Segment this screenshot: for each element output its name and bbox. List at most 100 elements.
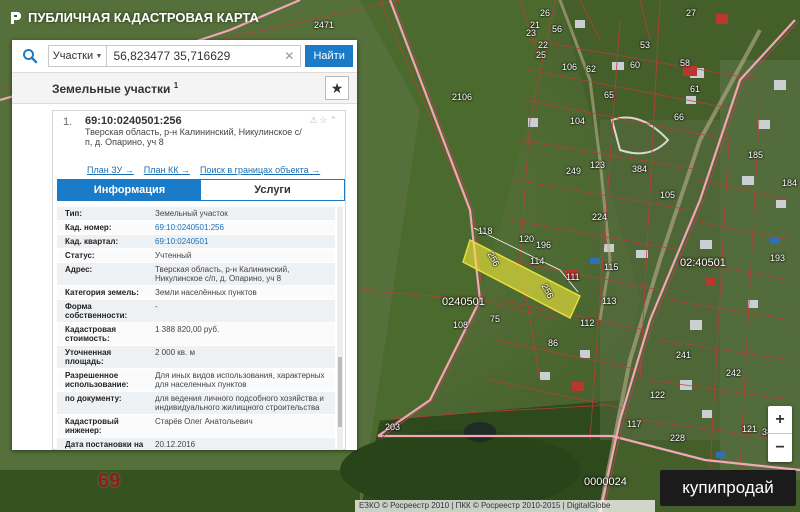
zoom-out-button[interactable]: − (768, 434, 792, 462)
plot-label: 61 (690, 84, 701, 94)
row-key: Кадастровый инженер: (65, 417, 119, 435)
favorite-button[interactable]: ★ (325, 76, 349, 100)
table-row: Кадастровая стоимость: 1 388 820,00 руб. (57, 323, 335, 346)
plot-label: 203 (385, 422, 401, 432)
plot-label: 111 (566, 272, 580, 282)
search-bar: Участки ▼ 56,823477 35,716629 ✕ Найти (12, 40, 357, 72)
plot-label: 185 (748, 150, 764, 160)
section-header: Земельные участки 1 ★ (12, 72, 357, 104)
row-value: Тверская область, р-н Калининский, Никул… (155, 265, 290, 283)
find-button[interactable]: Найти (305, 45, 353, 67)
search-button[interactable] (12, 40, 48, 72)
plot-label: 62 (586, 64, 597, 74)
row-value: Для иных видов использования, характерны… (155, 371, 325, 389)
plot-label: 193 (770, 253, 786, 263)
app-title: ПУБЛИЧНАЯ КАДАСТРОВАЯ КАРТА (28, 10, 259, 25)
plot-label: 112 (580, 318, 595, 328)
table-row: Кад. квартал: 69:10:0240501 (57, 235, 335, 249)
row-value: 1 388 820,00 руб. (155, 325, 220, 334)
plot-label: 23 (526, 28, 537, 38)
plot-label: 113 (602, 296, 617, 306)
plot-label: 115 (604, 262, 619, 272)
row-key: по документу: (65, 394, 122, 403)
quarter-label: 0240501 (442, 296, 485, 308)
table-row: Тип: Земельный участок (57, 207, 335, 221)
link-plan-kk[interactable]: План КК → (144, 165, 190, 175)
attribution: ЕЗКО © Росреестр 2010 | ПКК © Росреестр … (355, 500, 655, 512)
scrollbar[interactable] (337, 207, 343, 450)
row-value: 20.12.2016 (155, 440, 196, 449)
plot-label: 75 (490, 314, 501, 324)
plot-label: 104 (570, 116, 586, 126)
row-key: Категория земель: (65, 288, 139, 297)
table-row: по документу: для ведения личного подсобн… (57, 392, 335, 415)
plot-label: 106 (562, 62, 578, 72)
plot-label: 224 (592, 212, 608, 222)
row-key: Кадастровая стоимость: (65, 325, 117, 343)
search-type-select[interactable]: Участки ▼ (47, 45, 108, 67)
row-key: Кад. номер: (65, 223, 112, 232)
table-row: Уточненная площадь: 2 000 кв. м (57, 346, 335, 369)
row-value: для ведения личного подсобного хозяйства… (155, 394, 324, 412)
row-key: Уточненная площадь: (65, 348, 112, 366)
plot-label: 121 (742, 424, 758, 434)
plot-label: 241 (676, 350, 692, 360)
section-title: Земельные участки 1 (52, 81, 178, 96)
plot-label: 65 (604, 90, 615, 100)
result-card: 1. 69:10:0240501:256 Тверская область, р… (52, 110, 346, 450)
plot-label: 58 (680, 58, 691, 68)
app-logo[interactable]: ПУБЛИЧНАЯ КАДАСТРОВАЯ КАРТА (10, 10, 259, 25)
tab-info[interactable]: Информация (58, 180, 201, 200)
row-value: Старёв Олег Анатольевич (155, 417, 253, 426)
attribute-table: Тип: Земельный участок Кад. номер: 69:10:02… (57, 207, 335, 450)
quarter-label: 0000024 (584, 476, 627, 488)
warning-star-chevron-icons[interactable]: ⚠☆⌃ (309, 115, 339, 126)
plot-label: 117 (627, 419, 642, 429)
plot-label: 228 (670, 433, 686, 443)
plot-label: 2471 (314, 20, 335, 30)
zoom-control: + − (768, 406, 792, 462)
row-value: 2 000 кв. м (155, 348, 195, 357)
plot-label: 22 (538, 40, 549, 50)
table-row: Дата постановки на учет: 20.12.2016 (57, 438, 335, 450)
plot-label: 105 (660, 190, 676, 200)
plot-label: 86 (548, 338, 559, 348)
row-value[interactable]: 69:10:0240501 (151, 235, 335, 248)
search-icon (22, 49, 38, 64)
plot-label: 122 (650, 390, 666, 400)
row-key: Кад. квартал: (65, 237, 119, 246)
plot-label: 242 (726, 368, 742, 378)
logo-icon (11, 11, 21, 24)
plot-label: 66 (674, 112, 685, 122)
table-row: Статус: Учтенный (57, 249, 335, 263)
brand-watermark: купипродай (660, 470, 796, 506)
clear-icon[interactable]: ✕ (284, 49, 294, 63)
tab-services[interactable]: Услуги (201, 180, 344, 200)
row-value[interactable]: 69:10:0240501:256 (151, 221, 335, 234)
plot-label: 27 (686, 8, 697, 18)
link-search-bounds[interactable]: Поиск в границах объекта → (200, 165, 320, 175)
info-panel: Участки ▼ 56,823477 35,716629 ✕ Найти Зе… (12, 40, 357, 450)
row-key: Форма собственности: (65, 302, 128, 320)
table-row: Кад. номер: 69:10:0240501:256 (57, 221, 335, 235)
row-key: Дата постановки на учет: (65, 440, 144, 450)
quarter-label: 02:40501 (680, 257, 726, 269)
plot-label: 384 (632, 164, 648, 174)
search-input-value: 56,823477 35,716629 (113, 49, 231, 63)
table-row: Форма собственности: - (57, 300, 335, 323)
table-row: Кадастровый инженер: Старёв Олег Анатолье… (57, 415, 335, 438)
search-input[interactable]: 56,823477 35,716629 ✕ (107, 45, 302, 67)
zoom-in-button[interactable]: + (768, 406, 792, 434)
result-tabs: Информация Услуги (57, 179, 345, 201)
row-value: Учтенный (155, 251, 192, 260)
scroll-thumb[interactable] (338, 357, 342, 427)
chevron-down-icon: ▼ (95, 52, 103, 60)
region-number: 69 (98, 470, 121, 492)
result-cad-number[interactable]: 69:10:0240501:256 (85, 115, 337, 127)
plot-label: 60 (630, 60, 641, 70)
row-key: Статус: (65, 251, 95, 260)
plot-label: 123 (590, 160, 606, 170)
result-address: Тверская область, р-н Калининский, Никул… (85, 127, 302, 147)
table-row: Категория земель: Земли населённых пункто… (57, 286, 335, 300)
link-plan-zu[interactable]: План ЗУ → (87, 165, 134, 175)
